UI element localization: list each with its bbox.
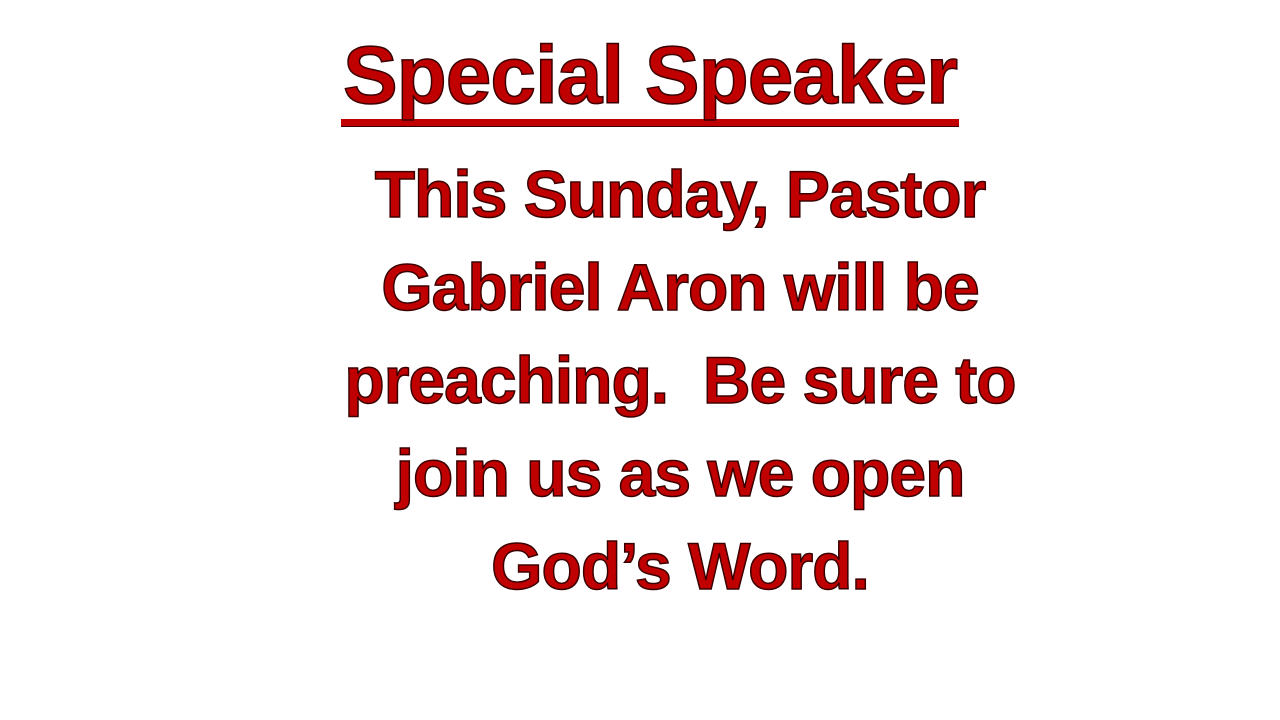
slide-title-text: Special Speaker bbox=[340, 32, 960, 126]
announcement-line: God’s Word. bbox=[490, 528, 870, 604]
announcement-line: preaching. Be sure to bbox=[344, 342, 1018, 418]
announcement-body: This Sunday, Pastor Gabriel Aron will be… bbox=[0, 148, 1280, 613]
slide: Special Speaker This Sunday, Pastor Gabr… bbox=[0, 0, 1280, 720]
announcement-line: This Sunday, Pastor bbox=[374, 156, 987, 232]
announcement-line: Gabriel Aron will be bbox=[381, 249, 981, 325]
slide-title: Special Speaker bbox=[0, 28, 1280, 126]
announcement-line: join us as we open bbox=[395, 435, 966, 511]
